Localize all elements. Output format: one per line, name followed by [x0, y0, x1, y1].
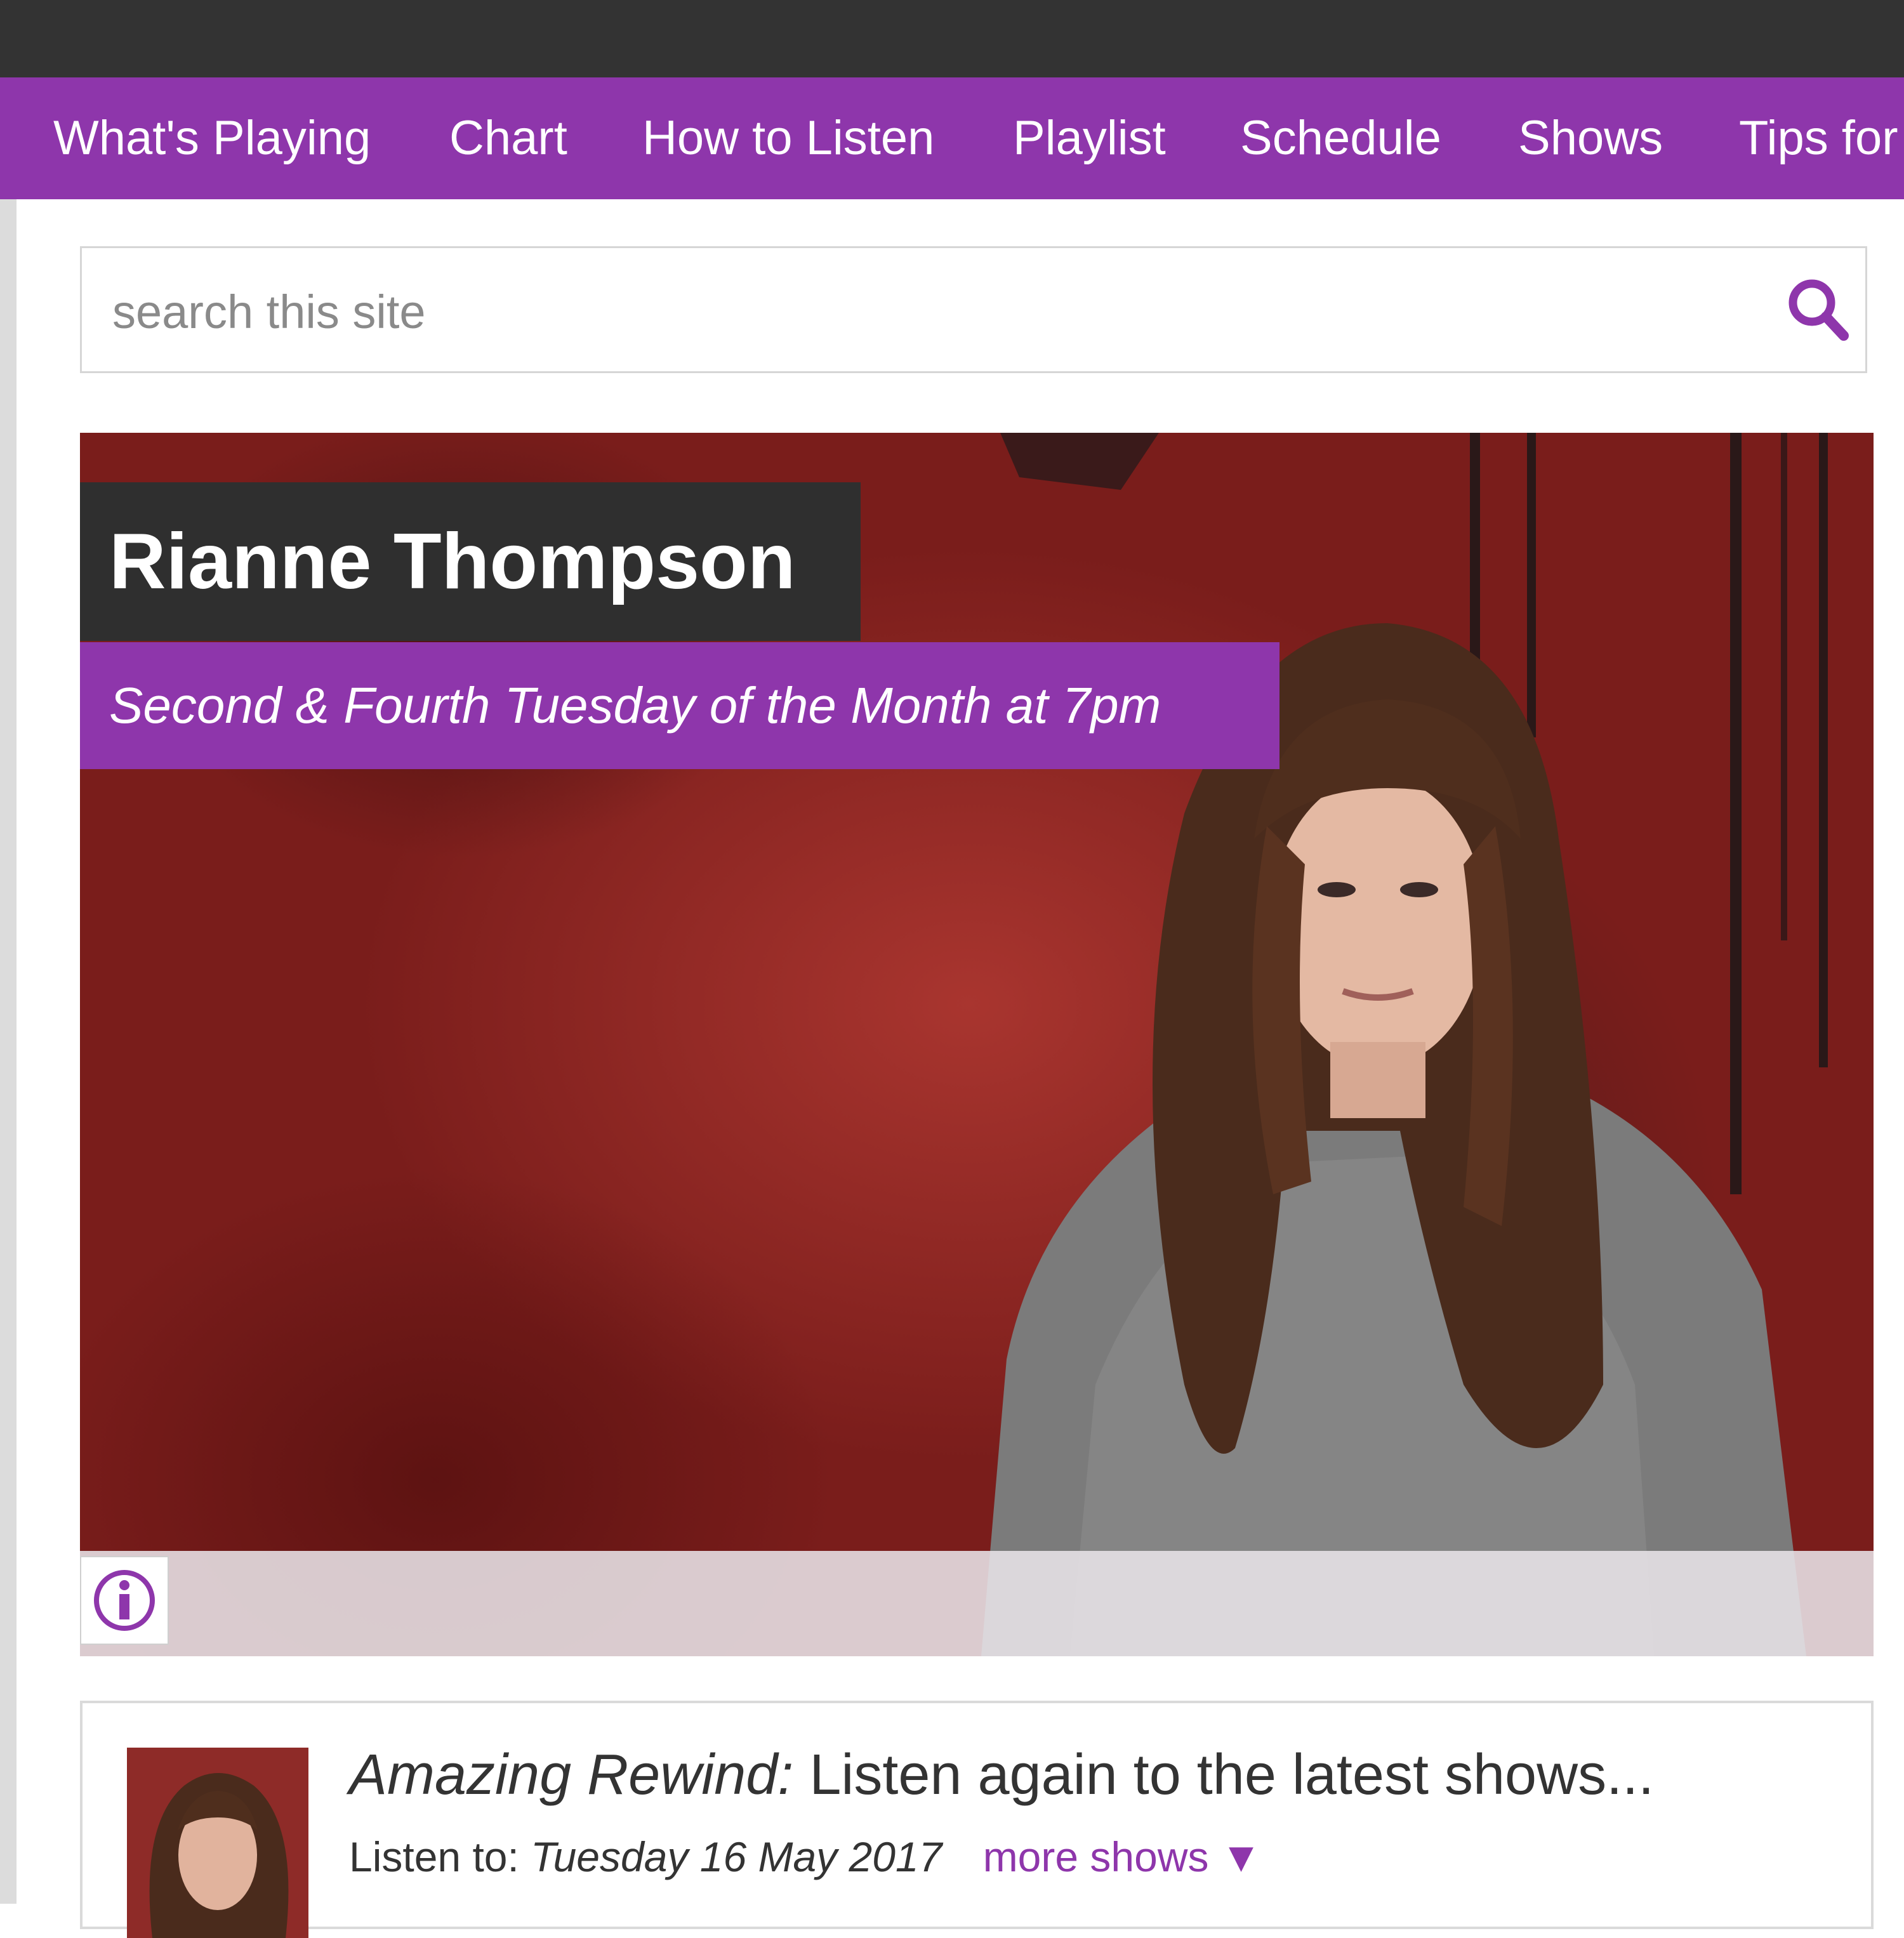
show-title: Rianne Thompson: [109, 518, 796, 605]
rewind-heading: Amazing Rewind: Listen again to the late…: [349, 1743, 1654, 1808]
info-icon: [94, 1570, 155, 1631]
caption-bar: [80, 1551, 1874, 1656]
show-date-link[interactable]: Tuesday 16 May 2017: [531, 1833, 942, 1880]
show-schedule-box: Second & Fourth Tuesday of the Month at …: [80, 642, 1279, 769]
search-button[interactable]: [1776, 267, 1865, 356]
caret-down-icon: ▼: [1220, 1833, 1262, 1880]
top-bar: [0, 0, 1904, 77]
rewind-thumbnail[interactable]: [127, 1748, 308, 1938]
search-box: [80, 246, 1867, 373]
hero-banner: Rianne Thompson Second & Fourth Tuesday …: [80, 433, 1874, 1656]
nav-how-to-listen[interactable]: How to Listen: [642, 77, 934, 199]
nav-playlist[interactable]: Playlist: [1013, 77, 1166, 199]
left-rail: [0, 199, 17, 1904]
rewind-panel: Amazing Rewind: Listen again to the late…: [80, 1701, 1874, 1938]
presenter-thumbnail-image: [127, 1748, 308, 1938]
nav-chart[interactable]: Chart: [449, 77, 567, 199]
show-schedule: Second & Fourth Tuesday of the Month at …: [109, 677, 1161, 734]
nav-tips-for[interactable]: Tips for: [1739, 77, 1898, 199]
rewind-heading-text: Listen again to the latest shows...: [793, 1743, 1655, 1807]
nav-shows[interactable]: Shows: [1518, 77, 1663, 199]
nav-whats-playing[interactable]: What's Playing: [53, 77, 371, 199]
main-nav: What's Playing Chart How to Listen Playl…: [0, 77, 1904, 199]
show-title-box: Rianne Thompson: [80, 482, 861, 641]
nav-schedule[interactable]: Schedule: [1240, 77, 1441, 199]
rewind-heading-label: Amazing Rewind:: [349, 1743, 794, 1807]
info-button[interactable]: [80, 1556, 169, 1645]
search-icon: [1788, 279, 1849, 341]
search-input[interactable]: [111, 274, 1764, 350]
listen-row: Listen to: Tuesday 16 May 2017 more show…: [349, 1833, 1262, 1881]
more-shows-button[interactable]: more shows ▼: [983, 1833, 1262, 1880]
listen-label: Listen to:: [349, 1833, 531, 1880]
more-shows-label: more shows: [982, 1833, 1209, 1880]
